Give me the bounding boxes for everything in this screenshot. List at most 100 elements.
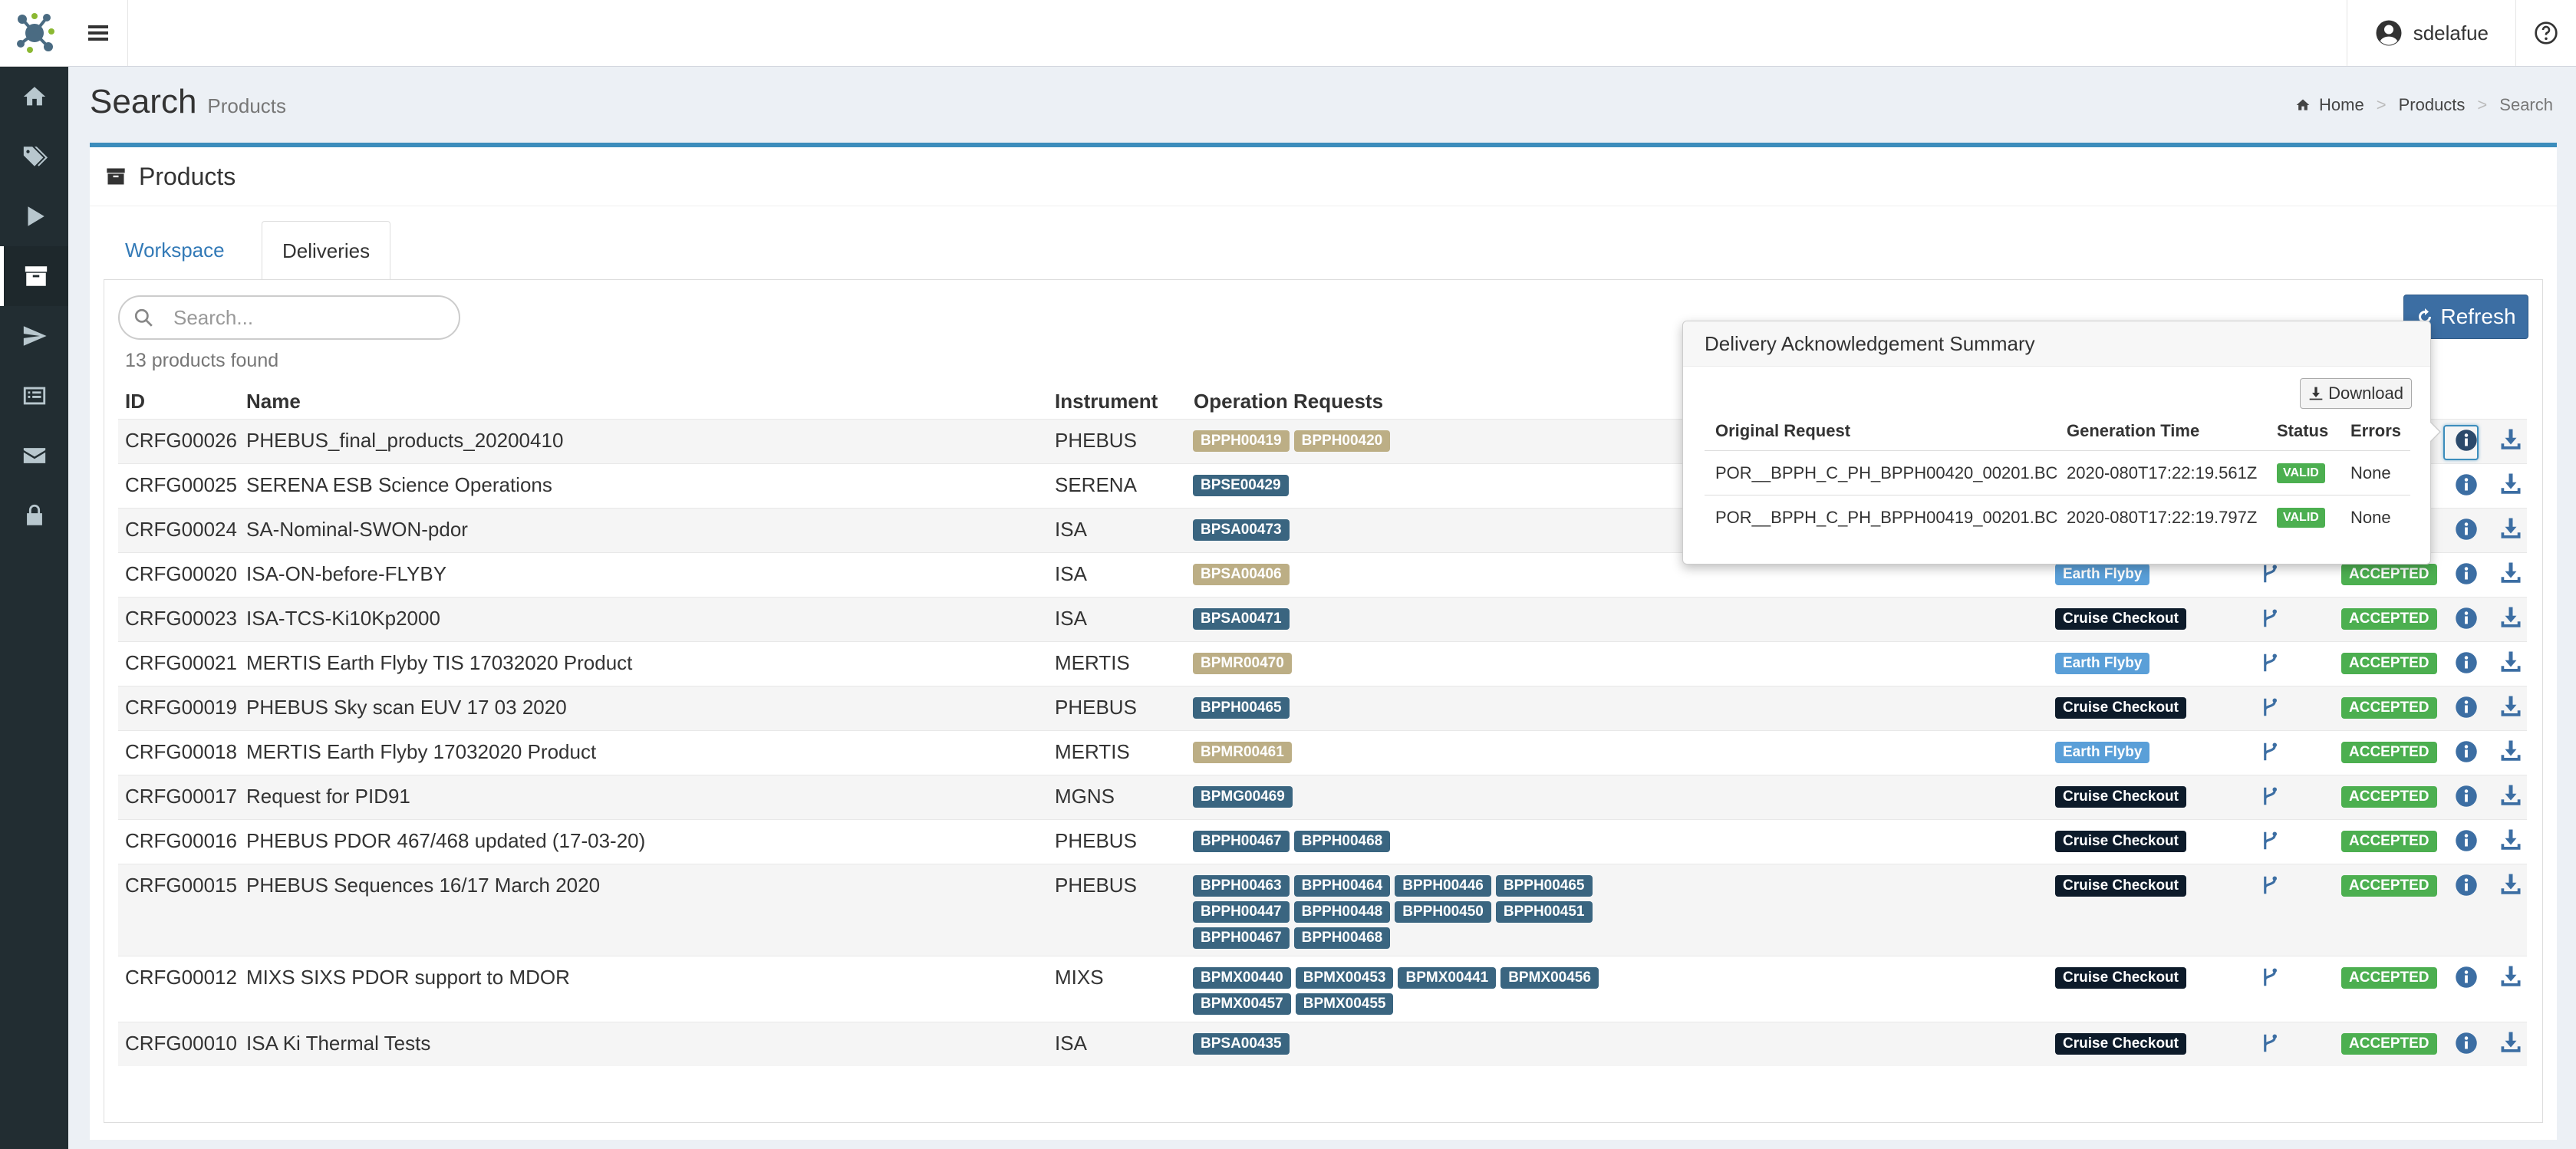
- info-icon[interactable]: [2455, 607, 2478, 630]
- request-tag[interactable]: BPMX00455: [1295, 993, 1394, 1015]
- row-requests: BPPH00465: [1193, 697, 1607, 719]
- request-tag[interactable]: BPPH00447: [1193, 901, 1290, 923]
- download-icon[interactable]: [2499, 605, 2522, 628]
- request-tag[interactable]: BPMX00453: [1295, 967, 1394, 989]
- popover-download-button[interactable]: Download: [2300, 378, 2412, 409]
- sidebar-item-mail[interactable]: [0, 426, 68, 486]
- breadcrumb-home[interactable]: Home: [2319, 95, 2364, 115]
- info-icon[interactable]: [2455, 829, 2478, 852]
- sidebar-item-list[interactable]: [0, 366, 68, 426]
- code-branch-icon[interactable]: [2258, 607, 2281, 630]
- request-tag[interactable]: BPMR00470: [1193, 653, 1292, 674]
- download-icon[interactable]: [2499, 427, 2522, 450]
- table-row[interactable]: CRFG00010 ISA Ki Thermal Tests ISA BPSA0043…: [118, 1022, 2527, 1066]
- download-icon[interactable]: [2499, 964, 2522, 987]
- request-tag[interactable]: BPPH00450: [1395, 901, 1491, 923]
- info-icon[interactable]: [2455, 651, 2478, 674]
- code-branch-icon[interactable]: [2258, 829, 2281, 852]
- request-tag[interactable]: BPSA00471: [1193, 608, 1290, 630]
- request-tag[interactable]: BPMX00441: [1398, 967, 1497, 989]
- table-row[interactable]: CRFG00016 PHEBUS PDOR 467/468 updated (17…: [118, 819, 2527, 864]
- sidebar-item-lock[interactable]: [0, 486, 68, 545]
- table-row[interactable]: CRFG00021 MERTIS Earth Flyby TIS 17032020…: [118, 641, 2527, 686]
- code-branch-icon[interactable]: [2258, 785, 2281, 808]
- info-icon[interactable]: [2455, 874, 2478, 897]
- table-row[interactable]: CRFG00015 PHEBUS Sequences 16/17 March 20…: [118, 864, 2527, 956]
- code-branch-icon[interactable]: [2258, 874, 2281, 897]
- download-icon[interactable]: [2499, 783, 2522, 806]
- sidebar-item-home[interactable]: [0, 67, 68, 127]
- request-tag[interactable]: BPPH00468: [1293, 927, 1391, 949]
- download-icon[interactable]: [2499, 516, 2522, 539]
- info-icon[interactable]: [2455, 1032, 2478, 1055]
- request-tag[interactable]: BPPH00420: [1293, 430, 1391, 452]
- download-icon[interactable]: [2499, 828, 2522, 851]
- request-tag[interactable]: BPPH00448: [1293, 901, 1391, 923]
- help-button[interactable]: [2515, 0, 2576, 66]
- info-icon[interactable]: [2455, 696, 2478, 719]
- request-tag[interactable]: BPPH00419: [1193, 430, 1290, 452]
- column-header-id[interactable]: ID: [125, 390, 145, 413]
- status-badge: ACCEPTED: [2341, 786, 2437, 808]
- request-tag[interactable]: BPPH00451: [1495, 901, 1593, 923]
- request-tag[interactable]: BPMX00456: [1500, 967, 1599, 989]
- code-branch-icon[interactable]: [2258, 562, 2281, 585]
- request-tag[interactable]: BPMX00457: [1193, 993, 1291, 1015]
- table-row[interactable]: CRFG00019 PHEBUS Sky scan EUV 17 03 2020 P…: [118, 686, 2527, 730]
- app-logo[interactable]: [0, 0, 68, 67]
- search-input[interactable]: [172, 305, 443, 331]
- sidebar-item-products[interactable]: [0, 246, 68, 306]
- download-icon[interactable]: [2499, 694, 2522, 717]
- user-menu[interactable]: sdelafue: [2346, 0, 2516, 66]
- breadcrumb: Home > Products > Search: [2294, 95, 2553, 115]
- request-tag[interactable]: BPPH00468: [1293, 831, 1391, 852]
- info-icon[interactable]: [2455, 785, 2478, 808]
- column-header-requests[interactable]: Operation Requests: [1194, 390, 1383, 413]
- request-tag[interactable]: BPSA00473: [1193, 519, 1290, 541]
- table-row[interactable]: CRFG00023 ISA-TCS-Ki10Kp2000 ISA BPSA00471 C…: [118, 597, 2527, 641]
- code-branch-icon[interactable]: [2258, 696, 2281, 719]
- column-header-name[interactable]: Name: [246, 390, 301, 413]
- table-row[interactable]: CRFG00017 Request for PID91 MGNS BPMG00469 C…: [118, 775, 2527, 819]
- code-branch-icon[interactable]: [2258, 740, 2281, 763]
- request-tag[interactable]: BPPH00467: [1193, 831, 1290, 852]
- sidebar-item-send[interactable]: [0, 306, 68, 366]
- request-tag[interactable]: BPSA00435: [1193, 1033, 1290, 1055]
- code-branch-icon[interactable]: [2258, 966, 2281, 989]
- tab-deliveries[interactable]: Deliveries: [262, 221, 391, 280]
- table-row[interactable]: CRFG00018 MERTIS Earth Flyby 17032020 Pro…: [118, 730, 2527, 775]
- breadcrumb-products[interactable]: Products: [2399, 95, 2466, 115]
- download-icon[interactable]: [2499, 1030, 2522, 1053]
- info-icon[interactable]: [2455, 518, 2478, 541]
- info-icon[interactable]: [2455, 740, 2478, 763]
- request-tag[interactable]: BPPH00465: [1193, 697, 1290, 719]
- request-tag[interactable]: BPPH00446: [1395, 875, 1491, 897]
- sidebar-toggle-button[interactable]: [68, 0, 128, 66]
- request-tag[interactable]: BPMX00440: [1193, 967, 1291, 989]
- sidebar-item-tags[interactable]: [0, 127, 68, 186]
- column-header-instrument[interactable]: Instrument: [1055, 390, 1158, 413]
- download-icon[interactable]: [2499, 872, 2522, 895]
- info-icon[interactable]: [2455, 562, 2478, 585]
- download-icon[interactable]: [2499, 472, 2522, 495]
- download-icon[interactable]: [2499, 650, 2522, 673]
- request-tag[interactable]: BPMG00469: [1193, 786, 1293, 808]
- code-branch-icon[interactable]: [2258, 1032, 2281, 1055]
- sidebar-item-play[interactable]: [0, 186, 68, 246]
- request-tag[interactable]: BPPH00464: [1293, 875, 1391, 897]
- info-icon[interactable]: [2455, 966, 2478, 989]
- code-branch-icon[interactable]: [2258, 651, 2281, 674]
- table-row[interactable]: CRFG00012 MIXS SIXS PDOR support to MDOR M…: [118, 956, 2527, 1022]
- row-name: MIXS SIXS PDOR support to MDOR: [246, 966, 570, 989]
- request-tag[interactable]: BPSA00406: [1193, 564, 1290, 585]
- request-tag[interactable]: BPPH00465: [1495, 875, 1593, 897]
- download-icon[interactable]: [2499, 739, 2522, 762]
- request-tag[interactable]: BPSE00429: [1193, 475, 1289, 496]
- request-tag[interactable]: BPMR00461: [1193, 742, 1292, 763]
- row-name: SERENA ESB Science Operations: [246, 473, 552, 496]
- request-tag[interactable]: BPPH00467: [1193, 927, 1290, 949]
- download-icon[interactable]: [2499, 561, 2522, 584]
- request-tag[interactable]: BPPH00463: [1193, 875, 1290, 897]
- tab-workspace[interactable]: Workspace: [105, 221, 245, 279]
- info-icon[interactable]: [2455, 473, 2478, 496]
